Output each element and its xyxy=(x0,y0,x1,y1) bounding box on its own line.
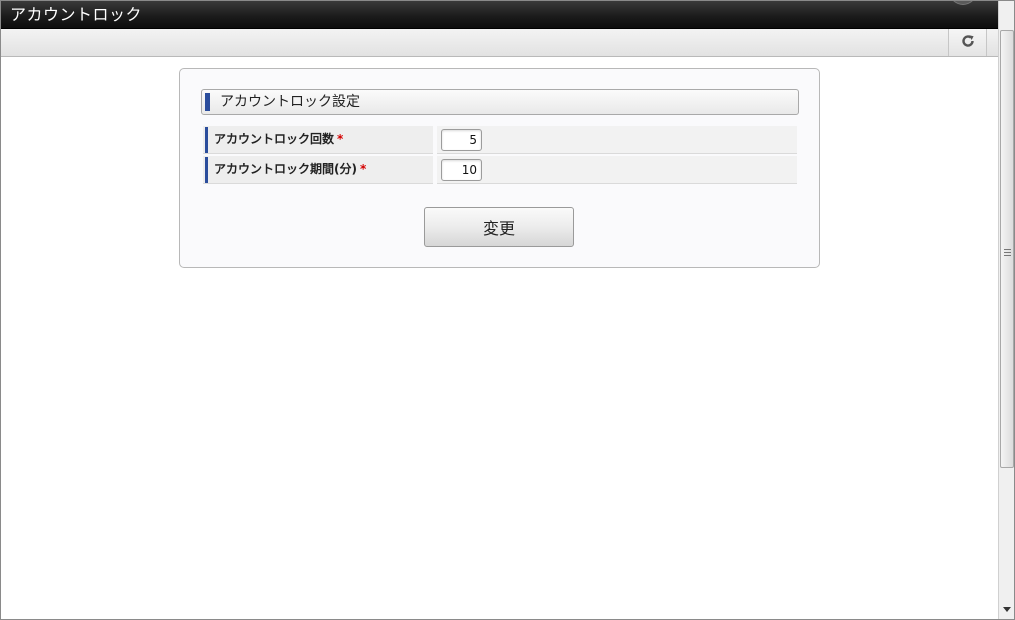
field-value-cell xyxy=(437,126,797,154)
refresh-button[interactable] xyxy=(948,29,987,56)
toolbar xyxy=(1,29,998,57)
section-accent-bar xyxy=(205,93,210,111)
scrollbar-grip-icon xyxy=(1004,249,1011,256)
label-accent-bar xyxy=(205,127,208,153)
required-mark: * xyxy=(337,132,344,146)
lock-period-input[interactable] xyxy=(441,159,482,181)
vertical-scrollbar[interactable] xyxy=(998,1,1014,619)
window-corner-knob xyxy=(949,1,977,5)
settings-panel: アカウントロック設定 アカウントロック回数* アカウントロック期間(分)* 変更 xyxy=(179,68,820,268)
lock-count-input[interactable] xyxy=(441,129,482,151)
form-row-lock-period: アカウントロック期間(分) * xyxy=(203,156,797,184)
app-window: アカウントロック アカウントロック設定 アカウントロック回数 * 5 アカウント… xyxy=(0,0,1015,620)
field-label-cell: アカウントロック期間(分) * xyxy=(203,156,433,184)
field-label-text: アカウントロック回数 xyxy=(214,132,335,146)
change-button[interactable]: 変更 xyxy=(424,207,574,247)
scrollbar-thumb[interactable] xyxy=(1000,30,1014,468)
required-mark: * xyxy=(359,162,367,176)
section-title: アカウントロック設定 xyxy=(220,94,360,110)
window-title: アカウントロック xyxy=(10,5,143,24)
field-label-cell: アカウントロック回数 * xyxy=(203,126,433,154)
field-value-cell xyxy=(437,156,797,184)
refresh-icon xyxy=(961,33,975,52)
section-header: アカウントロック設定 xyxy=(201,89,799,115)
title-bar: アカウントロック xyxy=(1,1,1014,29)
field-label: アカウントロック期間(分) * xyxy=(214,161,366,177)
label-accent-bar xyxy=(205,157,208,183)
field-label: アカウントロック回数 * xyxy=(214,131,343,147)
scroll-down-arrow-icon[interactable] xyxy=(1003,607,1011,612)
form-row-lock-count: アカウントロック回数 * xyxy=(203,126,797,154)
field-label-text: アカウントロック期間(分) xyxy=(214,162,357,176)
